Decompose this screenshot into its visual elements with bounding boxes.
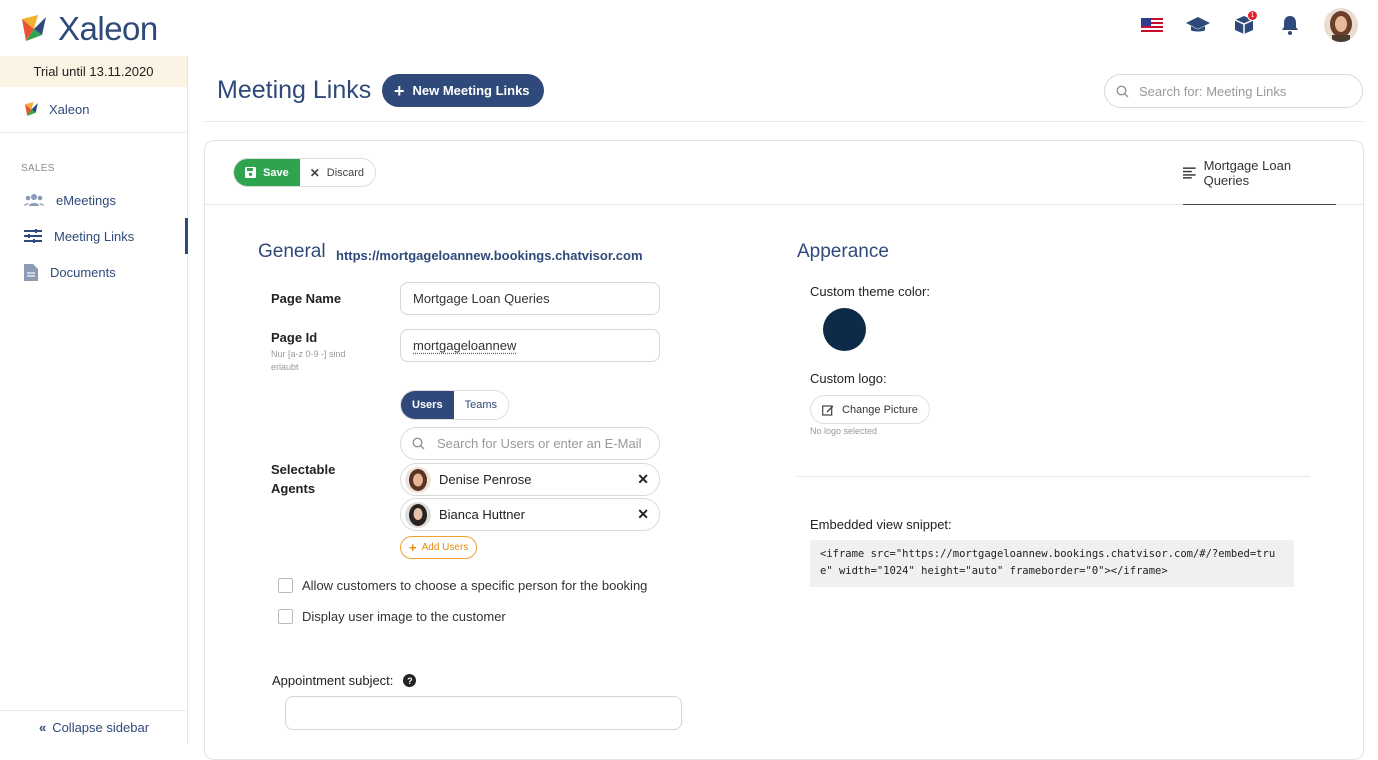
org-logo-icon — [24, 101, 41, 118]
snippet-label: Embedded view snippet: — [810, 517, 952, 532]
add-users-label: Add Users — [422, 542, 469, 553]
app-logo[interactable]: Xaleon — [20, 10, 158, 48]
collapse-sidebar-label: Collapse sidebar — [52, 720, 149, 735]
help-icon[interactable]: ? — [403, 674, 416, 687]
section-divider — [797, 476, 1310, 477]
display-image-label: Display user image to the customer — [302, 609, 506, 624]
save-discard-group: Save ✕ Discard — [233, 158, 376, 187]
tab-teams[interactable]: Teams — [454, 391, 508, 419]
collapse-sidebar-button[interactable]: « Collapse sidebar — [0, 710, 188, 743]
theme-color-swatch[interactable] — [823, 308, 866, 351]
booking-url[interactable]: https://mortgageloannew.bookings.chatvis… — [336, 248, 643, 263]
choose-person-option: Allow customers to choose a specific per… — [278, 578, 647, 593]
page-id-label: Page Id — [271, 330, 317, 345]
page-id-hint: Nur [a-z 0-9 -] sind erlaubt — [271, 348, 371, 374]
plus-icon: + — [394, 82, 405, 100]
doc-tab-label: Mortgage Loan Queries — [1204, 158, 1336, 188]
selectable-agents-label: Selectable Agents — [271, 460, 361, 498]
choose-person-label: Allow customers to choose a specific per… — [302, 578, 647, 593]
editor-card: Save ✕ Discard Mortgage Loan Queries Gen… — [204, 140, 1364, 760]
sidebar-item-meeting-links[interactable]: Meeting Links — [0, 218, 187, 254]
card-toolbar: Save ✕ Discard Mortgage Loan Queries — [205, 141, 1363, 205]
double-chevron-left-icon: « — [39, 720, 46, 735]
appearance-heading: Apperance — [797, 241, 889, 263]
user-search-placeholder: Search for Users or enter an E-Mail — [437, 436, 641, 451]
change-picture-button[interactable]: Change Picture — [810, 395, 930, 424]
search-icon — [412, 437, 425, 450]
remove-agent-button[interactable]: ✕ — [637, 471, 649, 488]
page-name-field[interactable]: Mortgage Loan Queries — [400, 282, 660, 315]
agent-avatar — [405, 467, 431, 493]
agent-name: Bianca Huttner — [439, 507, 525, 522]
sidebar-item-label: Meeting Links — [54, 229, 134, 244]
embed-snippet-code[interactable]: <iframe src="https://mortgageloannew.boo… — [810, 540, 1294, 587]
edit-icon — [822, 404, 834, 416]
page-id-field[interactable]: mortgageloannew — [400, 329, 660, 362]
general-heading: General — [258, 241, 326, 263]
no-logo-text: No logo selected — [810, 426, 877, 436]
display-image-checkbox[interactable] — [278, 609, 293, 624]
save-label: Save — [263, 167, 289, 179]
new-meeting-links-label: New Meeting Links — [413, 83, 530, 98]
tab-users[interactable]: Users — [401, 391, 454, 419]
discard-button[interactable]: ✕ Discard — [300, 159, 375, 186]
plus-icon: + — [409, 541, 417, 554]
sidebar-item-label: Documents — [50, 265, 116, 280]
notification-badge: 1 — [1247, 10, 1258, 21]
custom-logo-label: Custom logo: — [810, 371, 887, 386]
appointment-subject-label: Appointment subject: — [272, 673, 393, 688]
agent-name: Denise Penrose — [439, 472, 532, 487]
close-icon: ✕ — [310, 166, 320, 180]
agent-chip-bianca: Bianca Huttner ✕ — [400, 498, 660, 531]
agent-chip-denise: Denise Penrose ✕ — [400, 463, 660, 496]
us-flag-icon[interactable] — [1140, 13, 1164, 37]
user-search-input[interactable]: Search for Users or enter an E-Mail — [400, 427, 660, 460]
org-name: Xaleon — [49, 102, 89, 117]
graduation-cap-icon[interactable] — [1186, 13, 1210, 37]
org-switcher[interactable]: Xaleon — [0, 87, 187, 133]
tab-mortgage-loan-queries[interactable]: Mortgage Loan Queries — [1183, 141, 1336, 205]
agent-avatar — [405, 502, 431, 528]
align-left-icon — [1183, 167, 1196, 179]
page-id-value: mortgageloannew — [413, 338, 516, 353]
save-button[interactable]: Save — [234, 159, 300, 186]
sidebar-item-documents[interactable]: Documents — [0, 254, 187, 290]
bell-icon[interactable] — [1278, 13, 1302, 37]
new-meeting-links-button[interactable]: + New Meeting Links — [382, 74, 544, 107]
discard-label: Discard — [327, 167, 364, 179]
users-teams-toggle: Users Teams — [400, 390, 509, 420]
change-picture-label: Change Picture — [842, 404, 918, 416]
page-name-value: Mortgage Loan Queries — [413, 291, 550, 306]
sidebar-item-label: eMeetings — [56, 193, 116, 208]
add-users-button[interactable]: + Add Users — [400, 536, 477, 559]
page-header: Meeting Links + New Meeting Links Search… — [204, 56, 1364, 122]
sidebar: Trial until 13.11.2020 Xaleon SALES eMee… — [0, 56, 188, 743]
remove-agent-button[interactable]: ✕ — [637, 506, 649, 523]
document-icon — [24, 264, 38, 281]
top-icons: 1 — [1140, 8, 1358, 42]
search-input[interactable]: Search for: Meeting Links — [1104, 74, 1363, 108]
appointment-subject-input[interactable] — [285, 696, 682, 730]
app-name: Xaleon — [58, 10, 158, 48]
page-name-label: Page Name — [271, 291, 341, 306]
sliders-icon — [24, 229, 42, 243]
floppy-disk-icon — [245, 167, 256, 178]
page-title: Meeting Links — [217, 76, 371, 105]
search-icon — [1116, 85, 1129, 98]
trial-banner: Trial until 13.11.2020 — [0, 56, 187, 87]
choose-person-checkbox[interactable] — [278, 578, 293, 593]
xaleon-logo-icon — [20, 13, 52, 45]
users-icon — [24, 193, 44, 207]
display-image-option: Display user image to the customer — [278, 609, 506, 624]
top-bar: Xaleon 1 — [0, 0, 1378, 56]
user-avatar[interactable] — [1324, 8, 1358, 42]
appointment-subject-row: Appointment subject: ? — [272, 673, 416, 688]
search-placeholder: Search for: Meeting Links — [1139, 84, 1286, 99]
theme-color-label: Custom theme color: — [810, 284, 930, 299]
sidebar-section-sales: SALES — [0, 163, 187, 174]
sidebar-item-emeetings[interactable]: eMeetings — [0, 182, 187, 218]
package-icon[interactable]: 1 — [1232, 13, 1256, 37]
